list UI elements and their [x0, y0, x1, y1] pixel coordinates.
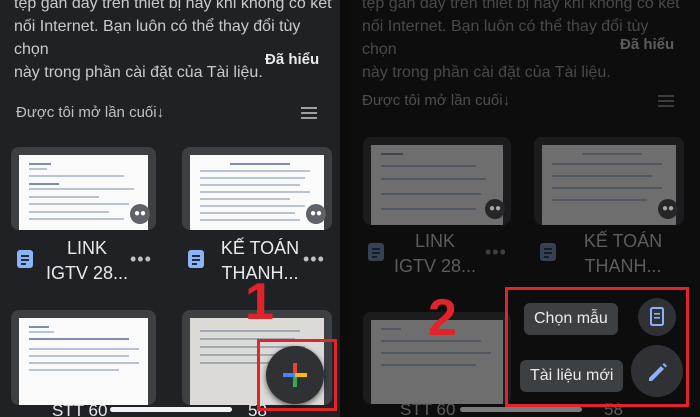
people-icon: ●●	[658, 199, 678, 219]
left-screenshot: tệp gần đây trên thiết bị này khi không …	[0, 0, 340, 417]
sort-label: Được tôi mở lần cuối	[16, 104, 157, 121]
more-options-button[interactable]: •••	[485, 242, 507, 263]
sort-menu[interactable]: Được tôi mở lần cuối↓	[16, 104, 164, 121]
dismiss-button[interactable]: Đã hiểu	[620, 36, 674, 53]
file-title-3[interactable]: STT 60	[52, 401, 107, 417]
banner-line-1: tệp gần đây trên thiết bị này khi không …	[362, 0, 680, 12]
doc-type-icon	[540, 243, 556, 261]
home-indicator	[460, 407, 582, 412]
file-thumbnail-2[interactable]: ●●	[182, 147, 332, 230]
doc-type-icon	[17, 250, 33, 268]
step-number-1: 1	[245, 273, 274, 331]
list-view-icon[interactable]	[301, 107, 317, 119]
people-icon: ●●	[306, 204, 326, 224]
people-icon: ●●	[130, 204, 150, 224]
step-number-2: 2	[428, 289, 457, 347]
file-thumbnail-2[interactable]: ●●	[534, 137, 684, 225]
home-indicator	[110, 407, 232, 412]
sort-arrow-icon: ↓	[156, 104, 165, 121]
sort-menu[interactable]: Được tôi mở lần cuối↓	[362, 92, 510, 109]
new-document-option[interactable]: Tài liệu mới	[520, 360, 624, 392]
highlight-box-1	[257, 339, 337, 411]
more-options-button[interactable]: •••	[303, 249, 325, 270]
file-title-2[interactable]: KẾ TOÁN THANH...	[568, 229, 678, 279]
banner-line-1: tệp gần đây trên thiết bị này khi không …	[14, 0, 332, 12]
doc-type-icon	[188, 250, 204, 268]
right-screenshot: tệp gần đây trên thiết bị này khi không …	[348, 0, 700, 417]
panel-divider	[340, 0, 348, 417]
file-thumbnail-3[interactable]	[11, 310, 156, 405]
sort-arrow-icon: ↓	[502, 92, 511, 109]
file-title-3[interactable]: STT 60	[400, 400, 455, 417]
document-icon	[650, 307, 664, 326]
banner-line-3: này trong phần cài đặt của Tài liệu.	[362, 64, 611, 81]
file-title-1[interactable]: LINK IGTV 28...	[32, 236, 142, 286]
file-thumbnail-1[interactable]: ●●	[11, 147, 156, 230]
list-view-icon[interactable]	[658, 95, 674, 107]
choose-template-option[interactable]: Chọn mẫu	[524, 303, 618, 335]
file-title-1[interactable]: LINK IGTV 28...	[380, 229, 490, 279]
sort-label: Được tôi mở lần cuối	[362, 92, 503, 109]
dismiss-button[interactable]: Đã hiểu	[265, 51, 319, 68]
more-options-button[interactable]: •••	[130, 249, 152, 270]
new-document-button[interactable]	[631, 345, 683, 397]
people-icon: ●●	[485, 199, 505, 219]
file-thumbnail-1[interactable]: ●●	[363, 137, 511, 225]
offline-banner-text: tệp gần đây trên thiết bị này khi không …	[14, 0, 334, 84]
pencil-icon	[649, 363, 667, 381]
choose-template-button[interactable]	[638, 298, 676, 336]
